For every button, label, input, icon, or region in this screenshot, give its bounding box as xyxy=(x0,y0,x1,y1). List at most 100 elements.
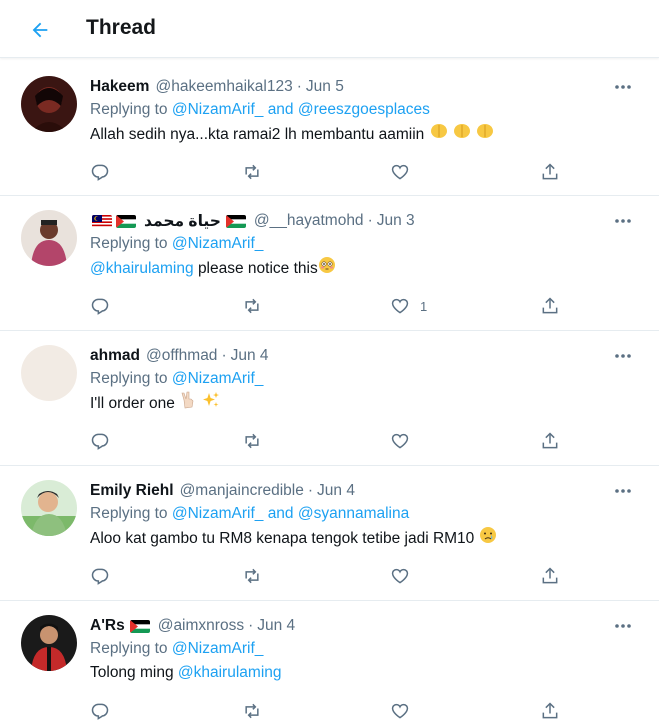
replying-to-label: Replying to xyxy=(90,640,168,657)
reply-button[interactable] xyxy=(90,294,110,318)
avatar[interactable] xyxy=(21,615,77,671)
tweet-text-content: Tolong ming xyxy=(90,664,174,681)
tweet-date[interactable]: Jun 5 xyxy=(306,78,344,96)
thread-header: Thread xyxy=(0,0,659,58)
share-icon xyxy=(542,297,558,314)
tweet-actions xyxy=(90,429,570,453)
author-name[interactable]: A'Rs xyxy=(90,617,125,635)
author-name[interactable]: Emily Riehl xyxy=(90,482,174,500)
more-options-button[interactable] xyxy=(609,615,637,637)
tweet-date[interactable]: Jun 3 xyxy=(377,212,415,230)
tweet-text: I'll order one xyxy=(90,391,639,415)
more-options-button[interactable] xyxy=(609,480,637,502)
page-title: Thread xyxy=(86,16,157,39)
sparkles-emoji xyxy=(201,391,221,417)
tweet[interactable]: Emily Riehl @manjaincredible · Jun 4 Rep… xyxy=(0,466,659,601)
like-button[interactable] xyxy=(390,699,410,723)
share-button[interactable] xyxy=(540,429,560,453)
share-button[interactable] xyxy=(540,564,560,588)
retweet-icon xyxy=(245,568,259,584)
like-button[interactable] xyxy=(390,429,410,453)
tweet-text: Tolong ming @khairulaming xyxy=(90,661,639,685)
retweet-button[interactable] xyxy=(242,699,262,723)
tweet-text: Allah sedih nya...kta ramai2 lh membantu… xyxy=(90,122,639,146)
share-button[interactable] xyxy=(540,160,560,184)
more-icon xyxy=(615,219,631,223)
open-hands-emoji xyxy=(429,122,495,148)
replying-to-link[interactable]: @NizamArif_ and @syannamalina xyxy=(172,505,409,522)
like-button[interactable] xyxy=(390,160,410,184)
author-handle[interactable]: @offhmad xyxy=(146,347,217,365)
avatar[interactable] xyxy=(21,345,77,401)
author-handle[interactable]: @hakeemhaikal123 xyxy=(155,78,292,96)
retweet-button[interactable] xyxy=(242,564,262,588)
tweet-date[interactable]: Jun 4 xyxy=(257,617,295,635)
tweet-date[interactable]: Jun 4 xyxy=(231,347,269,365)
palestine-flag-icon xyxy=(116,214,136,228)
mention-link[interactable]: @khairulaming xyxy=(178,664,282,681)
reply-icon xyxy=(91,568,109,585)
replying-to-label: Replying to xyxy=(90,235,168,252)
tweet-actions xyxy=(90,699,570,723)
share-icon xyxy=(542,432,558,449)
mention-link[interactable]: @khairulaming xyxy=(90,260,194,277)
replying-to: Replying to @NizamArif_ and @syannamalin… xyxy=(90,502,639,526)
like-button[interactable]: 1 xyxy=(390,294,427,318)
more-options-button[interactable] xyxy=(609,345,637,367)
reply-button[interactable] xyxy=(90,429,110,453)
tweet-actions: 1 xyxy=(90,294,570,318)
author-handle[interactable]: @aimxnross xyxy=(158,617,244,635)
reply-icon xyxy=(91,433,109,450)
like-count: 1 xyxy=(420,298,428,314)
avatar[interactable] xyxy=(21,210,77,266)
reply-button[interactable] xyxy=(90,160,110,184)
separator-dot: · xyxy=(296,78,302,95)
retweet-icon xyxy=(245,298,259,314)
replying-to-label: Replying to xyxy=(90,370,168,387)
separator-dot: · xyxy=(221,347,227,364)
separator-dot: · xyxy=(307,482,314,499)
author-name[interactable]: ahmad xyxy=(90,347,140,365)
more-icon xyxy=(615,85,631,89)
heart-icon xyxy=(391,298,409,314)
retweet-button[interactable] xyxy=(242,294,262,318)
replying-to-link[interactable]: @NizamArif_ xyxy=(172,640,264,657)
tweet-date[interactable]: Jun 4 xyxy=(317,482,355,500)
author-handle[interactable]: @__hayatmohd xyxy=(254,212,364,230)
tweet[interactable]: ahmad @offhmad · Jun 4 Replying to @Niza… xyxy=(0,331,659,466)
like-button[interactable] xyxy=(390,564,410,588)
more-icon xyxy=(615,354,631,358)
more-options-button[interactable] xyxy=(609,76,637,98)
more-options-button[interactable] xyxy=(609,210,637,232)
avatar[interactable] xyxy=(21,76,77,132)
share-button[interactable] xyxy=(540,699,560,723)
arrow-left-icon xyxy=(32,22,48,38)
heart-icon xyxy=(391,568,409,584)
tweet-text: @khairulaming please notice this xyxy=(90,256,639,280)
reply-icon xyxy=(91,164,109,181)
reply-button[interactable] xyxy=(90,699,110,723)
back-button[interactable] xyxy=(22,12,58,48)
replying-to-link[interactable]: @NizamArif_ xyxy=(172,235,264,252)
tweet[interactable]: A'Rs @aimxnross · Jun 4 Replying to @Niz… xyxy=(0,601,659,726)
tweet[interactable]: حياة محمد @__hayatmohd · Jun 3 Replying … xyxy=(0,196,659,331)
reply-icon xyxy=(91,703,109,720)
author-handle[interactable]: @manjaincredible xyxy=(180,482,304,500)
reply-button[interactable] xyxy=(90,564,110,588)
tweet[interactable]: Hakeem @hakeemhaikal123 · Jun 5 Replying… xyxy=(0,62,659,196)
reply-feed: Hakeem @hakeemhaikal123 · Jun 5 Replying… xyxy=(0,62,659,726)
avatar[interactable] xyxy=(21,480,77,536)
replying-to-link[interactable]: @NizamArif_ xyxy=(172,370,264,387)
replying-to-link[interactable]: @NizamArif_ and @reeszgoesplaces xyxy=(172,101,430,118)
author-name[interactable]: حياة محمد xyxy=(144,212,221,231)
retweet-icon xyxy=(245,433,259,449)
tweet-text-content: Allah sedih nya...kta ramai2 lh membantu… xyxy=(90,126,425,144)
tweet-text: Aloo kat gambo tu RM8 kenapa tengok teti… xyxy=(90,526,639,550)
retweet-button[interactable] xyxy=(242,160,262,184)
retweet-button[interactable] xyxy=(242,429,262,453)
replying-to: Replying to @NizamArif_ xyxy=(90,637,639,661)
author-name[interactable]: Hakeem xyxy=(90,78,149,96)
retweet-icon xyxy=(245,164,259,180)
malaysia-flag-icon xyxy=(92,214,112,228)
share-button[interactable] xyxy=(540,294,560,318)
